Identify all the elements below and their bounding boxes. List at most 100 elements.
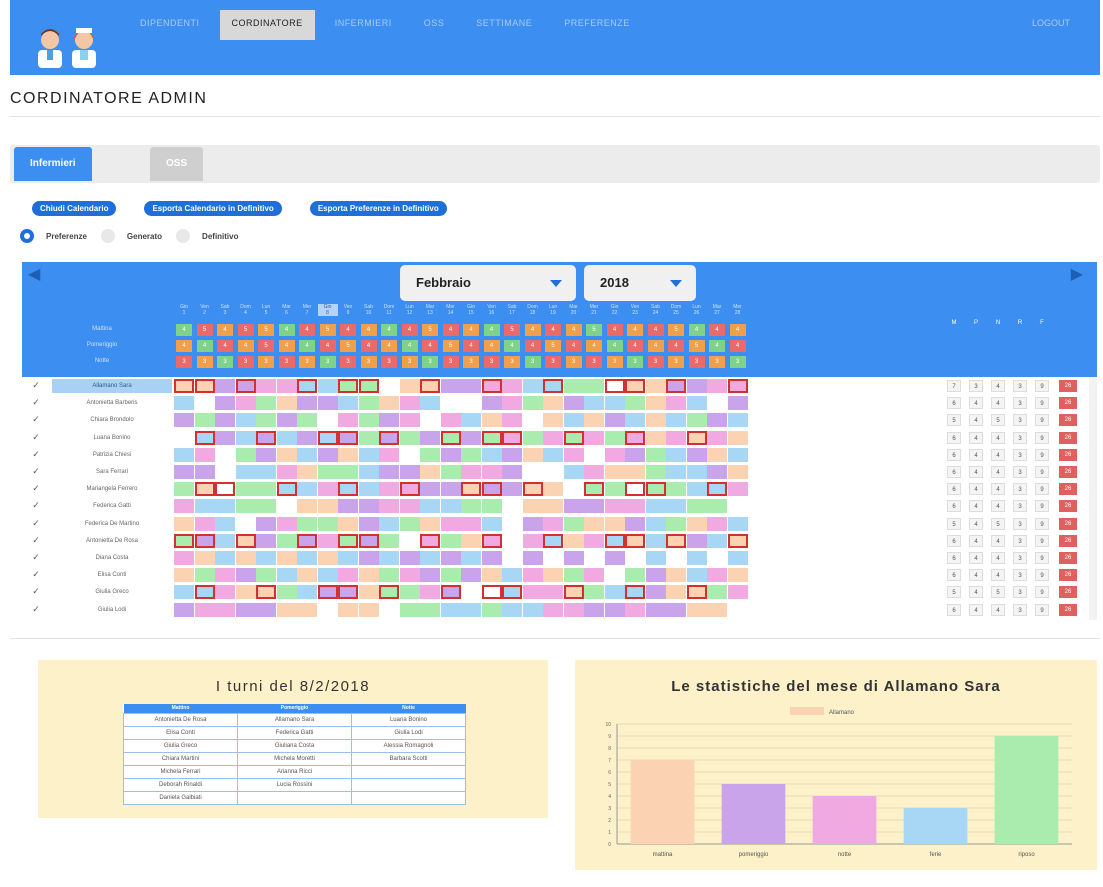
shift-cell[interactable] [235, 585, 256, 600]
shift-cell[interactable] [707, 413, 727, 428]
shift-cell[interactable] [256, 430, 276, 445]
shift-cell[interactable] [317, 482, 338, 497]
nav-item-infermieri[interactable]: Infermieri [323, 10, 404, 40]
shift-cell[interactable] [440, 379, 461, 393]
shift-cell[interactable] [707, 482, 727, 497]
shift-cell[interactable] [563, 482, 584, 497]
shift-cell[interactable] [625, 465, 645, 479]
shift-cell[interactable] [522, 602, 543, 617]
shift-cell[interactable] [604, 516, 625, 531]
shift-cell[interactable] [358, 499, 379, 514]
shift-cell[interactable] [358, 465, 379, 479]
shift-cell[interactable] [686, 568, 707, 583]
shift-cell[interactable] [707, 465, 727, 479]
shift-cell[interactable] [194, 396, 215, 411]
shift-cell[interactable] [420, 551, 440, 565]
shift-cell[interactable] [399, 551, 420, 565]
row-check-icon[interactable]: ✓ [28, 432, 44, 443]
shift-cell[interactable] [276, 551, 297, 565]
shift-cell[interactable] [604, 499, 625, 514]
shift-cell[interactable] [440, 413, 461, 428]
shift-cell[interactable] [317, 499, 338, 514]
radio-definitivo[interactable] [176, 229, 191, 243]
shift-cell[interactable] [543, 396, 563, 411]
shift-cell[interactable] [707, 516, 727, 531]
shift-cell[interactable] [727, 551, 748, 565]
shift-cell[interactable] [297, 396, 317, 411]
shift-cell[interactable] [194, 585, 215, 600]
shift-cell[interactable] [563, 551, 584, 565]
shift-cell[interactable] [502, 430, 522, 445]
shift-cell[interactable] [276, 568, 297, 583]
shift-cell[interactable] [727, 568, 748, 583]
shift-cell[interactable] [194, 447, 215, 462]
shift-cell[interactable] [256, 551, 276, 565]
shift-cell[interactable] [543, 516, 563, 531]
shift-cell[interactable] [522, 533, 543, 548]
shift-cell[interactable] [358, 551, 379, 565]
shift-cell[interactable] [420, 430, 440, 445]
shift-cell[interactable] [727, 413, 748, 428]
shift-cell[interactable] [440, 602, 461, 617]
shift-cell[interactable] [317, 465, 338, 479]
shift-cell[interactable] [707, 499, 727, 514]
shift-cell[interactable] [645, 413, 666, 428]
shift-cell[interactable] [727, 465, 748, 479]
shift-cell[interactable] [645, 396, 666, 411]
shift-cell[interactable] [625, 551, 645, 565]
shift-cell[interactable] [461, 551, 481, 565]
shift-cell[interactable] [522, 499, 543, 514]
shift-cell[interactable] [522, 465, 543, 479]
shift-cell[interactable] [338, 396, 358, 411]
shift-cell[interactable] [379, 516, 399, 531]
shift-cell[interactable] [727, 516, 748, 531]
prev-month-arrow-icon[interactable]: ◀ [28, 264, 40, 284]
close-calendar-button[interactable]: Chiudi Calendario [32, 201, 117, 216]
shift-cell[interactable] [666, 533, 686, 548]
shift-cell[interactable] [625, 447, 645, 462]
shift-cell[interactable] [174, 499, 194, 514]
shift-cell[interactable] [297, 551, 317, 565]
shift-cell[interactable] [502, 533, 522, 548]
shift-cell[interactable] [256, 533, 276, 548]
shift-cell[interactable] [235, 447, 256, 462]
employee-name[interactable]: Luana Bonino [52, 431, 172, 445]
shift-cell[interactable] [440, 430, 461, 445]
shift-cell[interactable] [317, 533, 338, 548]
shift-cell[interactable] [461, 602, 481, 617]
shift-cell[interactable] [174, 516, 194, 531]
shift-cell[interactable] [235, 602, 256, 617]
shift-cell[interactable] [399, 430, 420, 445]
shift-cell[interactable] [440, 447, 461, 462]
shift-cell[interactable] [399, 602, 420, 617]
shift-cell[interactable] [440, 482, 461, 497]
shift-cell[interactable] [625, 396, 645, 411]
shift-cell[interactable] [379, 585, 399, 600]
shift-cell[interactable] [276, 602, 297, 617]
row-check-icon[interactable]: ✓ [28, 586, 44, 597]
shift-cell[interactable] [256, 516, 276, 531]
shift-cell[interactable] [174, 533, 194, 548]
shift-cell[interactable] [584, 413, 604, 428]
shift-cell[interactable] [276, 379, 297, 393]
shift-cell[interactable] [297, 482, 317, 497]
shift-cell[interactable] [604, 465, 625, 479]
shift-cell[interactable] [358, 379, 379, 393]
employee-name[interactable]: Federica De Martino [52, 517, 172, 531]
shift-cell[interactable] [440, 465, 461, 479]
shift-cell[interactable] [522, 516, 543, 531]
row-check-icon[interactable]: ✓ [28, 500, 44, 511]
shift-cell[interactable] [481, 533, 502, 548]
shift-cell[interactable] [584, 499, 604, 514]
shift-cell[interactable] [358, 533, 379, 548]
shift-cell[interactable] [338, 379, 358, 393]
shift-cell[interactable] [481, 396, 502, 411]
shift-cell[interactable] [625, 568, 645, 583]
row-check-icon[interactable]: ✓ [28, 535, 44, 546]
shift-cell[interactable] [502, 465, 522, 479]
shift-cell[interactable] [440, 516, 461, 531]
shift-cell[interactable] [604, 430, 625, 445]
shift-cell[interactable] [317, 447, 338, 462]
shift-cell[interactable] [707, 430, 727, 445]
shift-cell[interactable] [584, 430, 604, 445]
